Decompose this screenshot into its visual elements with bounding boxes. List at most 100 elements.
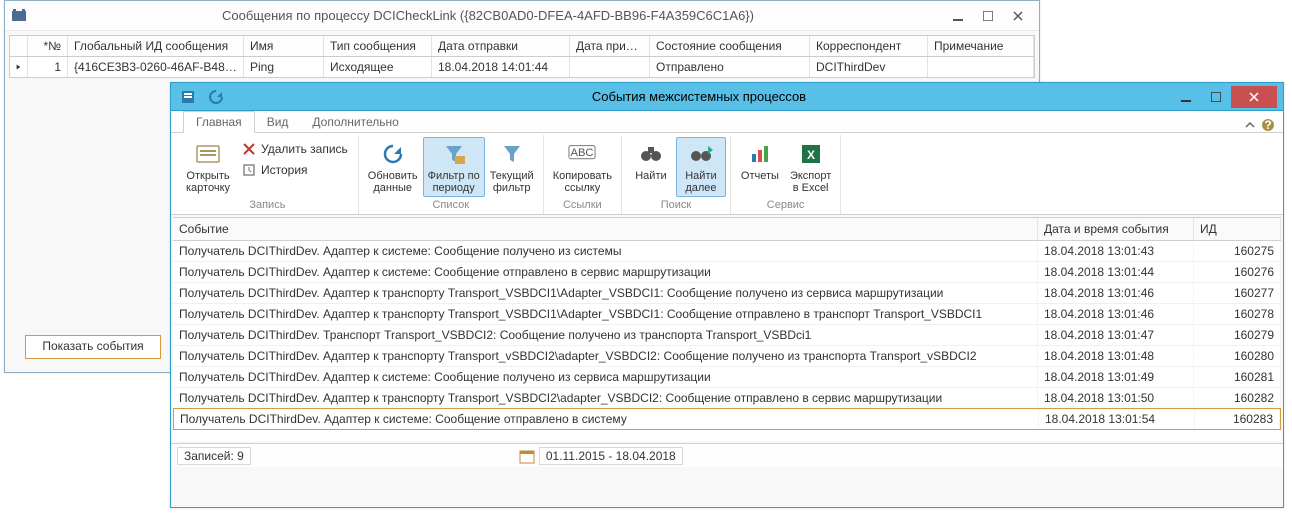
cell-event: Получатель DCIThirdDev. Адаптер к систем… [174,409,1039,429]
col-num[interactable]: *№ [28,36,68,56]
card-icon [194,140,222,168]
cell-corr: DCIThirdDev [810,57,928,77]
chart-icon [746,140,774,168]
find-next-label: Найтидалее [685,170,716,194]
funnel-icon [498,140,526,168]
binoculars-icon [637,140,665,168]
refresh-icon[interactable] [205,86,227,108]
minimize-button[interactable] [1171,86,1201,108]
table-row[interactable]: Получатель DCIThirdDev. Адаптер к трансп… [173,304,1281,325]
record-count: Записей: 9 [177,447,251,465]
cell-event: Получатель DCIThirdDev. Транспорт Transp… [173,325,1038,345]
find-label: Найти [635,170,666,182]
svg-text:X: X [807,148,815,162]
current-filter-button[interactable]: Текущийфильтр [485,137,539,197]
history-icon [241,162,257,178]
cell-date: 18.04.2018 13:01:46 [1038,283,1194,303]
events-grid-header: Событие Дата и время события ИД [173,218,1281,241]
reports-button[interactable]: Отчеты [735,137,785,185]
ribbon-group-links: ABC Копироватьссылку Ссылки [544,135,622,214]
ribbon-group-record: Открытькарточку Удалить запись История З… [177,135,359,214]
col-corr[interactable]: Корреспондент [810,36,928,56]
find-next-button[interactable]: Найтидалее [676,137,726,197]
binoculars-next-icon [687,140,715,168]
table-row[interactable]: 1 {416CE3B3-0260-46AF-B486-650... Ping И… [10,57,1034,77]
maximize-button[interactable] [1201,86,1231,108]
tab-view[interactable]: Вид [255,112,301,132]
cell-gid: {416CE3B3-0260-46AF-B486-650... [68,57,244,77]
cell-id: 160279 [1194,325,1281,345]
ribbon: Открытькарточку Удалить запись История З… [171,133,1283,215]
cell-type: Исходящее [324,57,432,77]
copy-link-label: Копироватьссылку [553,170,612,194]
ribbon-collapse-icon[interactable] [1245,120,1255,130]
titlebar-front: События межсистемных процессов [171,83,1283,111]
close-button[interactable] [1231,86,1277,108]
help-icon[interactable]: ? [1261,118,1275,132]
refresh-icon [379,140,407,168]
ribbon-group-list: Обновитьданные Фильтр попериоду Текущийф… [359,135,544,214]
show-events-button[interactable]: Показать события [25,335,161,359]
find-button[interactable]: Найти [626,137,676,185]
copy-link-button[interactable]: ABC Копироватьссылку [548,137,617,197]
table-row[interactable]: Получатель DCIThirdDev. Адаптер к систем… [173,408,1281,430]
table-row[interactable]: Получатель DCIThirdDev. Адаптер к систем… [173,262,1281,283]
cell-date: 18.04.2018 13:01:48 [1038,346,1194,366]
open-card-button[interactable]: Открытькарточку [181,137,235,197]
col-type[interactable]: Тип сообщения [324,36,432,56]
refresh-label: Обновитьданные [368,170,418,194]
cell-id: 160280 [1194,346,1281,366]
titlebar-back: Сообщения по процессу DCICheckLink ({82C… [5,1,1039,31]
filter-period-button[interactable]: Фильтр попериоду [423,137,485,197]
cell-event: Получатель DCIThirdDev. Адаптер к систем… [173,241,1038,261]
cell-recv [570,57,650,77]
cell-sent: 18.04.2018 14:01:44 [432,57,570,77]
cell-id: 160276 [1194,262,1281,282]
group-label-record: Запись [181,197,354,214]
col-gid[interactable]: Глобальный ИД сообщения [68,36,244,56]
col-recv[interactable]: Дата приема [570,36,650,56]
maximize-button[interactable] [973,5,1003,27]
reports-label: Отчеты [741,170,779,182]
table-row[interactable]: Получатель DCIThirdDev. Транспорт Transp… [173,325,1281,346]
ribbon-tabs: Главная Вид Дополнительно ? [171,111,1283,133]
export-excel-button[interactable]: X Экспортв Excel [785,137,836,197]
table-row[interactable]: Получатель DCIThirdDev. Адаптер к трансп… [173,283,1281,304]
col-sent[interactable]: Дата отправки [432,36,570,56]
ribbon-group-find: Найти Найтидалее Поиск [622,135,731,214]
tab-main[interactable]: Главная [183,111,255,133]
open-card-label: Открытькарточку [186,170,230,194]
cell-date: 18.04.2018 13:01:44 [1038,262,1194,282]
table-row[interactable]: Получатель DCIThirdDev. Адаптер к трансп… [173,388,1281,409]
window-title-front: События межсистемных процессов [227,89,1171,104]
col-state[interactable]: Состояние сообщения [650,36,810,56]
events-grid: Событие Дата и время события ИД Получате… [173,217,1281,441]
events-window: События межсистемных процессов Главная В… [170,82,1284,508]
history-button[interactable]: История [237,160,352,180]
refresh-data-button[interactable]: Обновитьданные [363,137,423,197]
delete-record-button[interactable]: Удалить запись [237,139,352,159]
cell-id: 160278 [1194,304,1281,324]
form-icon[interactable] [177,86,199,108]
window-title-back: Сообщения по процессу DCICheckLink ({82C… [33,8,943,23]
tab-additional[interactable]: Дополнительно [300,112,410,132]
col-name[interactable]: Имя [244,36,324,56]
cell-event: Получатель DCIThirdDev. Адаптер к систем… [173,262,1038,282]
group-label-list: Список [363,197,539,214]
cell-date: 18.04.2018 13:01:50 [1038,388,1194,408]
cell-id: 160282 [1194,388,1281,408]
table-row[interactable]: Получатель DCIThirdDev. Адаптер к трансп… [173,346,1281,367]
minimize-button[interactable] [943,5,973,27]
table-row[interactable]: Получатель DCIThirdDev. Адаптер к систем… [173,241,1281,262]
export-label: Экспортв Excel [790,170,831,194]
date-range-text[interactable]: 01.11.2015 - 18.04.2018 [539,447,683,465]
col-event[interactable]: Событие [173,218,1038,240]
col-id[interactable]: ИД [1194,218,1281,240]
col-datetime[interactable]: Дата и время события [1038,218,1194,240]
ribbon-group-service: Отчеты X Экспортв Excel Сервис [731,135,841,214]
cell-event: Получатель DCIThirdDev. Адаптер к трансп… [173,388,1038,408]
table-row[interactable]: Получатель DCIThirdDev. Адаптер к систем… [173,367,1281,388]
cell-event: Получатель DCIThirdDev. Адаптер к трансп… [173,283,1038,303]
col-note[interactable]: Примечание [928,36,1034,56]
close-button[interactable] [1003,5,1033,27]
